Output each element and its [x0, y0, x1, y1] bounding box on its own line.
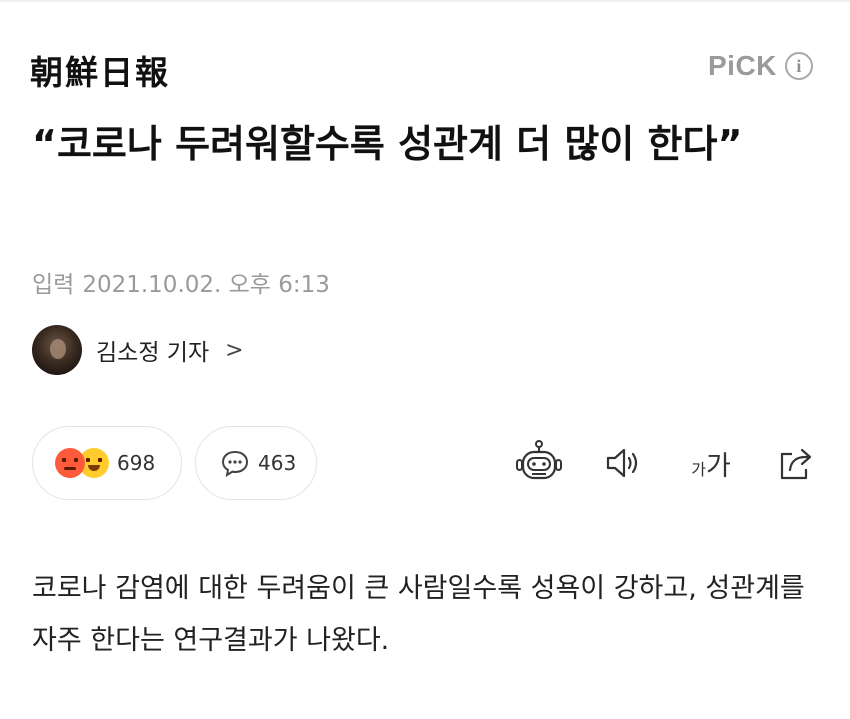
comment-bubble-icon — [221, 450, 249, 478]
avatar — [32, 325, 82, 375]
font-size-small-icon: 가 — [691, 460, 706, 479]
angry-emoji-icon — [55, 448, 85, 478]
pick-label: PiCK — [708, 50, 777, 81]
reaction-count: 698 — [117, 451, 156, 475]
dateline: 입력 2021.10.02. 오후 6:13 — [32, 265, 330, 299]
font-size-button[interactable]: 가 가 — [686, 438, 736, 488]
info-icon[interactable]: i — [784, 52, 813, 80]
chevron-right-icon: > — [225, 337, 244, 363]
comments-button[interactable]: 463 — [195, 426, 317, 500]
share-icon — [780, 448, 812, 480]
pick-badge[interactable]: PiCK i — [708, 50, 813, 82]
text-to-speech-button[interactable] — [603, 438, 643, 488]
comment-count: 463 — [258, 451, 297, 475]
speaker-icon — [606, 448, 638, 478]
author-link[interactable]: 김소정 기자 > — [32, 325, 244, 375]
top-divider — [0, 0, 850, 2]
reactions-button[interactable]: 698 — [32, 426, 182, 500]
date-label: 입력 — [32, 272, 75, 298]
date-value: 2021.10.02. 오후 6:13 — [82, 272, 330, 298]
author-name: 김소정 기자 — [96, 340, 210, 366]
share-button[interactable] — [775, 438, 819, 488]
article-headline: “코로나 두려워할수록 성관계 더 많이 한다” — [32, 122, 743, 166]
font-size-large-icon: 가 — [705, 450, 731, 482]
summary-bot-button[interactable] — [514, 438, 564, 488]
robot-summary-icon — [516, 440, 562, 480]
publisher-logo[interactable]: 朝鮮日報 — [30, 46, 170, 94]
article-body: 코로나 감염에 대한 두려움이 큰 사람일수록 성욕이 강하고, 성관계를 자주… — [32, 573, 805, 656]
